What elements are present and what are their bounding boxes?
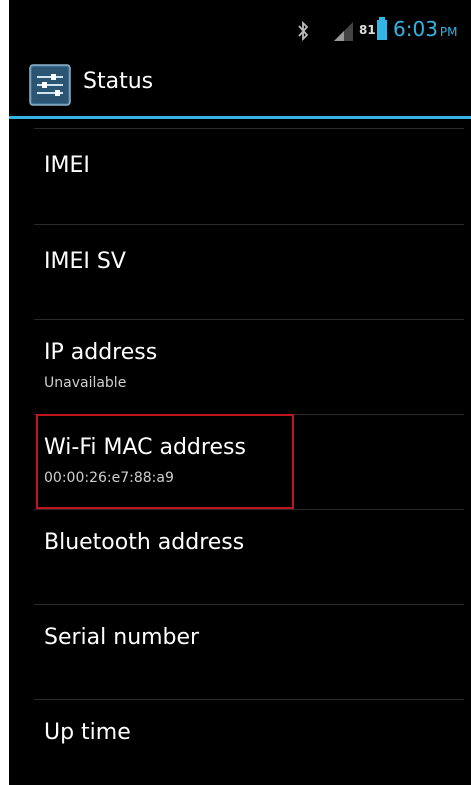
clock: 6:03 PM bbox=[393, 17, 458, 41]
battery-indicator: 81 bbox=[359, 17, 387, 42]
clock-time: 6:03 bbox=[393, 17, 438, 41]
item-title: Up time bbox=[44, 720, 131, 745]
settings-sliders-icon[interactable] bbox=[29, 64, 71, 106]
list-item-imei[interactable]: IMEI bbox=[9, 129, 471, 224]
page-title: Status bbox=[83, 69, 154, 94]
signal-icon bbox=[334, 22, 353, 41]
phone-screen: 81 6:03 PM Status IMEI IMEI SV IP addres… bbox=[9, 0, 471, 785]
item-title: Wi-Fi MAC address bbox=[44, 435, 246, 460]
item-title: IMEI bbox=[44, 153, 90, 178]
bluetooth-icon bbox=[298, 20, 309, 42]
action-bar-divider bbox=[9, 116, 471, 119]
list-item-bluetooth-address[interactable]: Bluetooth address bbox=[9, 510, 471, 605]
item-summary: 00:00:26:e7:88:a9 bbox=[44, 470, 174, 486]
battery-level: 81 bbox=[359, 23, 376, 37]
list-item-imei-sv[interactable]: IMEI SV bbox=[9, 225, 471, 320]
list-item-serial-number[interactable]: Serial number bbox=[9, 605, 471, 700]
item-summary: Unavailable bbox=[44, 375, 127, 391]
item-title: Bluetooth address bbox=[44, 530, 245, 555]
list-item-up-time[interactable]: Up time bbox=[9, 700, 471, 785]
item-title: Serial number bbox=[44, 625, 200, 650]
item-title: IP address bbox=[44, 340, 158, 365]
item-title: IMEI SV bbox=[44, 249, 126, 274]
list-item-ip-address[interactable]: IP address Unavailable bbox=[9, 320, 471, 415]
status-bar: 81 6:03 PM bbox=[9, 0, 471, 56]
list-item-wifi-mac-address[interactable]: Wi-Fi MAC address 00:00:26:e7:88:a9 bbox=[9, 415, 471, 510]
action-bar: Status bbox=[9, 56, 471, 116]
battery-icon bbox=[376, 17, 387, 40]
clock-suffix: PM bbox=[439, 25, 458, 39]
